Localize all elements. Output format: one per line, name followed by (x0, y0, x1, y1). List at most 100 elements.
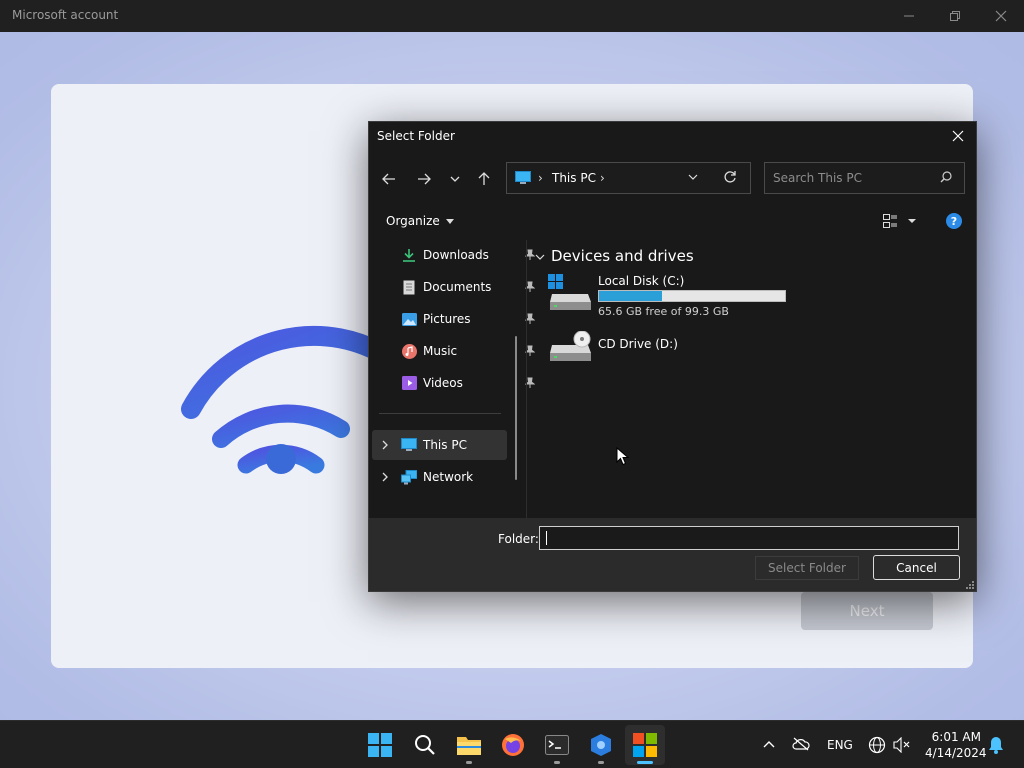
cancel-button[interactable]: Cancel (873, 555, 960, 580)
dialog-close-button[interactable] (944, 124, 972, 148)
address-dropdown-icon[interactable] (688, 171, 698, 183)
running-indicator (554, 761, 560, 764)
hard-drive-icon (548, 274, 591, 310)
windows-start-icon (368, 733, 392, 757)
organize-menu-button[interactable]: Organize (386, 214, 454, 228)
folder-label: Folder: (498, 532, 539, 546)
taskbar-microsoft-store[interactable] (625, 725, 665, 765)
drive-local-disk-c[interactable]: Local Disk (C:) 65.6 GB free of 99.3 GB (548, 274, 808, 320)
mouse-cursor-icon (616, 447, 629, 466)
system-clock[interactable]: 6:01 AM 4/14/2024 (925, 729, 987, 761)
drive-name: Local Disk (C:) (598, 274, 685, 288)
nav-item-downloads[interactable]: Downloads (401, 240, 535, 270)
volume-muted-icon[interactable] (893, 737, 911, 753)
notification-bell-icon[interactable] (988, 736, 1004, 754)
cd-drive-icon (550, 331, 591, 361)
recent-locations-button[interactable] (442, 168, 468, 190)
nav-item-label: Documents (423, 280, 492, 294)
nav-divider (379, 413, 501, 414)
refresh-icon[interactable] (723, 170, 737, 184)
microsoft-store-icon (633, 733, 657, 757)
arrow-up-icon (478, 172, 490, 185)
settings-app-icon (591, 734, 611, 756)
running-indicator (466, 761, 472, 764)
documents-icon (401, 279, 417, 295)
nav-item-this-pc[interactable]: This PC (401, 430, 501, 460)
taskbar-search-button[interactable] (405, 725, 445, 765)
clock-date: 4/14/2024 (925, 746, 987, 760)
minimize-button[interactable] (886, 0, 932, 32)
taskbar-terminal[interactable] (537, 725, 577, 765)
arrow-left-icon (382, 173, 395, 185)
chevron-down-icon (908, 219, 916, 223)
network-globe-icon[interactable] (868, 736, 886, 754)
network-icon (401, 469, 417, 485)
nav-item-label: Downloads (423, 248, 489, 262)
close-window-button[interactable] (978, 0, 1024, 32)
breadcrumb-separator: › (538, 171, 543, 185)
search-placeholder: Search This PC (773, 171, 862, 185)
search-icon[interactable] (940, 171, 952, 183)
drive-usage-fill (599, 291, 663, 301)
nav-item-videos[interactable]: Videos (401, 368, 535, 398)
nav-scrollbar[interactable] (515, 336, 517, 480)
input-language[interactable]: ENG (827, 738, 853, 752)
up-button[interactable] (471, 168, 497, 190)
resize-grip-icon[interactable] (966, 581, 974, 589)
active-indicator (637, 761, 653, 764)
search-box[interactable]: Search This PC (764, 162, 965, 194)
drive-cd-d[interactable]: CD Drive (D:) (548, 331, 748, 371)
close-icon (952, 130, 964, 142)
drive-name: CD Drive (D:) (598, 337, 678, 351)
taskbar-file-explorer[interactable] (449, 725, 489, 765)
forward-button[interactable] (411, 168, 437, 190)
expand-this-pc-icon[interactable] (381, 440, 389, 450)
folder-input[interactable] (539, 526, 959, 550)
chevron-up-icon[interactable] (763, 739, 775, 749)
select-folder-button[interactable]: Select Folder (755, 556, 859, 580)
cloud-offline-icon[interactable] (792, 737, 810, 751)
nav-item-music[interactable]: Music (401, 336, 535, 366)
breadcrumb-this-pc[interactable]: This PC (552, 171, 596, 185)
taskbar: ENG 6:01 AM 4/14/2024 (0, 720, 1024, 768)
help-button[interactable]: ? (946, 213, 962, 229)
taskbar-firefox[interactable] (493, 725, 533, 765)
organize-label: Organize (386, 214, 440, 228)
window-title-bar: Microsoft account (0, 0, 1024, 32)
view-grid-icon (883, 214, 897, 228)
minimize-icon (904, 15, 914, 17)
drive-free-space: 65.6 GB free of 99.3 GB (598, 305, 729, 318)
file-explorer-icon (457, 737, 481, 755)
group-header-devices[interactable]: Devices and drives (535, 247, 694, 265)
videos-icon (401, 375, 417, 391)
this-pc-icon (401, 437, 417, 453)
running-indicator (598, 761, 604, 764)
back-button[interactable] (376, 168, 402, 190)
pane-divider[interactable] (526, 240, 527, 518)
dialog-title: Select Folder (377, 129, 455, 143)
chevron-down-icon (535, 254, 545, 260)
taskbar-app-blue[interactable] (581, 725, 621, 765)
chevron-down-icon (450, 176, 460, 182)
firefox-icon (502, 734, 524, 756)
pictures-icon (401, 311, 417, 327)
clock-time: 6:01 AM (931, 730, 981, 744)
text-caret (546, 531, 547, 545)
music-icon (401, 343, 417, 359)
nav-item-pictures[interactable]: Pictures (401, 304, 535, 334)
restore-icon (950, 11, 960, 21)
search-icon (415, 735, 435, 755)
select-folder-dialog: Select Folder › This PC › Search This PC… (368, 121, 977, 592)
expand-network-icon[interactable] (381, 472, 389, 482)
terminal-icon (545, 735, 569, 755)
nav-item-documents[interactable]: Documents (401, 272, 535, 302)
taskbar-start-button[interactable] (360, 725, 400, 765)
nav-item-network[interactable]: Network (401, 462, 501, 492)
close-icon (995, 10, 1007, 22)
view-options-button[interactable] (882, 212, 922, 230)
breadcrumb-separator[interactable]: › (600, 171, 605, 185)
next-button[interactable]: Next (801, 592, 933, 630)
arrow-right-icon (418, 173, 431, 185)
address-bar[interactable]: › This PC › (506, 162, 751, 194)
restore-button[interactable] (932, 0, 978, 32)
